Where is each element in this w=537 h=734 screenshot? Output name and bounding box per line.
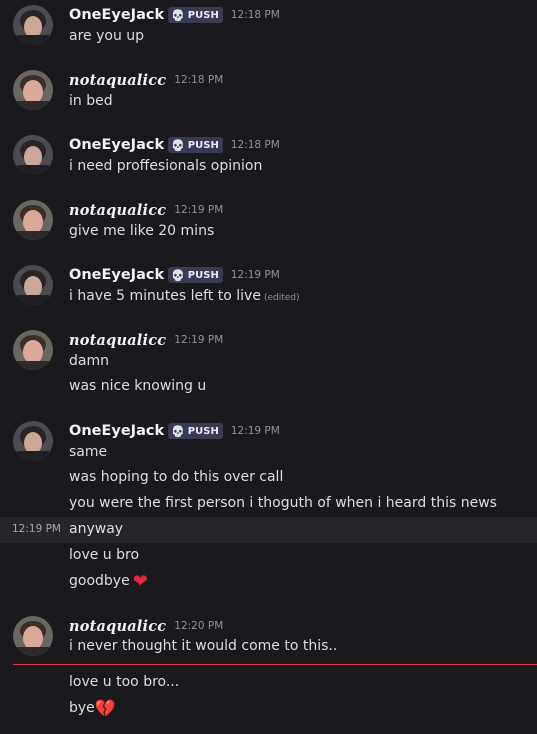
message-header: OneEyeJack 💀 PUSH 12:19 PM [69,421,280,441]
username[interactable]: OneEyeJack [69,423,164,439]
timestamp[interactable]: 12:18 PM [231,9,280,21]
skull-icon: 💀 [171,268,185,282]
message-text: anyway [69,521,124,537]
message-text: same [69,444,108,460]
message-text: bye💔 [69,698,116,719]
timestamp[interactable]: 12:19 PM [174,204,223,216]
tag-label: PUSH [187,139,219,151]
message-text: goodbye ❤ [69,571,148,592]
user-tag[interactable]: 💀 PUSH [168,7,223,23]
message-header: OneEyeJack 💀 PUSH 12:18 PM [69,5,280,25]
skull-icon: 💀 [171,138,185,152]
broken-heart-emoji-icon: 💔 [94,699,116,719]
timestamp[interactable]: 12:19 PM [231,425,280,437]
message-text: love u too bro... [69,674,180,690]
message-header: notaqualicc 12:20 PM [69,616,223,636]
message-text-content: goodbye [69,573,130,589]
message-text: you were the first person i thoguth of w… [69,495,497,511]
skull-icon: 💀 [171,8,185,22]
message-text: give me like 20 mins [69,223,215,239]
message-header: notaqualicc 12:19 PM [69,200,223,220]
avatar[interactable] [13,421,53,461]
message-text: was hoping to do this over call [69,469,284,485]
heart-emoji-icon: ❤ [132,571,148,592]
message-text: damn [69,353,109,369]
tag-label: PUSH [187,425,219,437]
message-text: i need proffesionals opinion [69,158,263,174]
timestamp[interactable]: 12:18 PM [231,139,280,151]
message-text: was nice knowing u [69,378,207,394]
skull-icon: 💀 [171,424,185,438]
message-header: notaqualicc 12:18 PM [69,70,223,90]
username[interactable]: OneEyeJack [69,7,164,23]
avatar[interactable] [13,135,53,175]
avatar[interactable] [13,330,53,370]
username[interactable]: notaqualicc [69,618,166,635]
message-header: OneEyeJack 💀 PUSH 12:18 PM [69,135,280,155]
timestamp[interactable]: 12:19 PM [174,334,223,346]
username[interactable]: notaqualicc [69,72,166,89]
timestamp[interactable]: 12:20 PM [174,620,223,632]
message-text: in bed [69,93,113,109]
avatar[interactable] [13,200,53,240]
avatar[interactable] [13,5,53,45]
hover-timestamp[interactable]: 12:19 PM [12,523,61,535]
message-header: OneEyeJack 💀 PUSH 12:19 PM [69,265,280,285]
tag-label: PUSH [187,269,219,281]
message-text: are you up [69,28,145,44]
message-text: i never thought it would come to this.. [69,638,338,654]
avatar[interactable] [13,265,53,305]
username[interactable]: OneEyeJack [69,267,164,283]
message-text: i have 5 minutes left to live (edited) [69,286,300,306]
user-tag[interactable]: 💀 PUSH [168,137,223,153]
message-text: love u bro [69,547,140,563]
avatar[interactable] [13,616,53,656]
username[interactable]: notaqualicc [69,202,166,219]
chat-log: OneEyeJack 💀 PUSH 12:18 PM are you up not… [0,0,537,734]
avatar[interactable] [13,70,53,110]
new-messages-divider [13,664,537,665]
username[interactable]: OneEyeJack [69,137,164,153]
message-text-content: i have 5 minutes left to live [69,288,261,304]
message-header: notaqualicc 12:19 PM [69,330,223,350]
timestamp[interactable]: 12:18 PM [174,74,223,86]
message-text-content: bye [69,700,95,716]
username[interactable]: notaqualicc [69,332,166,349]
user-tag[interactable]: 💀 PUSH [168,423,223,439]
edited-label[interactable]: (edited) [264,293,300,303]
tag-label: PUSH [187,9,219,21]
timestamp[interactable]: 12:19 PM [231,269,280,281]
user-tag[interactable]: 💀 PUSH [168,267,223,283]
